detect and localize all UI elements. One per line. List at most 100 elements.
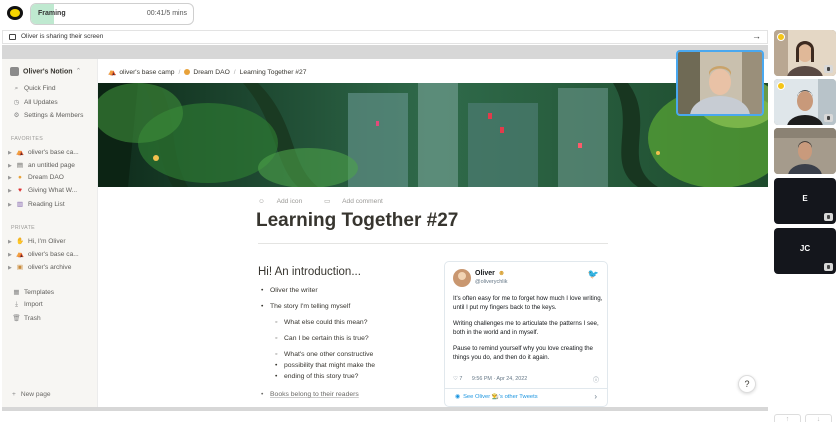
new-page-button[interactable]: + New page [12,391,51,398]
chevron-updown-icon: ⌃ [75,68,82,76]
avatar[interactable] [453,269,471,287]
host-star-icon [777,33,785,41]
participant-tile[interactable]: E [774,178,836,224]
participant-tile[interactable] [774,30,836,76]
host-star-icon [777,82,785,90]
help-button[interactable]: ? [738,375,756,393]
sidebar-page-reading-list[interactable]: ▶ ▥ Reading List [8,200,65,208]
sidebar-item-label: Reading List [28,201,65,208]
page-actions: ☺ Add icon ▭ Add comment [258,197,403,205]
tweet-timestamp[interactable]: 9:56 PM · Apr 24, 2022 [472,376,527,382]
presenter-video[interactable] [676,50,764,116]
info-icon[interactable]: ⓘ [593,375,599,384]
page-title[interactable]: Learning Together #27 [256,210,458,232]
sidebar-page-archive[interactable]: ▶ ▣ oliver's archive [8,263,71,271]
trash-icon: 🗑 [12,315,21,322]
expand-triangle-icon[interactable]: ▶ [8,265,15,271]
add-icon-label: Add icon [276,198,303,205]
mic-status-icon[interactable] [824,65,833,73]
intro-heading[interactable]: Hi! An introduction... [258,266,361,278]
breadcrumb-item[interactable]: oliver's base camp [119,69,174,76]
tweet-author-name[interactable]: Oliver ☻ [475,270,505,277]
tent-emoji-icon: ⛺ [15,251,25,258]
archive-emoji-icon: ▣ [16,264,24,271]
list-item[interactable]: The story I'm telling myself [261,301,350,312]
chevron-right-icon[interactable]: › [594,392,597,401]
list-item-link[interactable]: Books belong to their readers [261,389,359,400]
sidebar-item-label: Import [24,301,43,308]
mic-status-icon[interactable] [824,114,833,122]
expand-triangle-icon[interactable]: ▶ [8,239,15,245]
participant-pagination: ↑ ↓ [774,408,836,422]
breadcrumb-tent-icon: ⛺ [108,69,117,76]
gear-icon: ⚙ [13,112,20,119]
books-emoji-icon: ▥ [16,201,24,208]
import-icon: ⤓ [15,301,18,308]
smiley-icon: ☺ [258,198,267,205]
list-item[interactable]: What else could this mean? [275,317,367,328]
twitter-bird-icon[interactable]: 🐦 [588,269,599,280]
sidebar-item-settings[interactable]: ⚙ Settings & Members [12,111,84,119]
list-item-line: possibility that might make the [284,362,376,369]
sidebar-item-quick-find[interactable]: ⌕ Quick Find [12,85,56,93]
expand-triangle-icon[interactable]: ▶ [8,175,15,181]
expand-triangle-icon[interactable]: ▶ [8,150,15,156]
sidebar-page-giving[interactable]: ▶ ♥ Giving What W... [8,187,77,194]
workspace-switcher[interactable]: Oliver's Notion ⌃ [10,67,81,76]
participant-video-frame [774,128,836,174]
tweet-embed[interactable]: Oliver ☻ @oliverychlik 🐦 It's often easy … [444,261,608,407]
clock-icon: ◷ [13,99,20,106]
expand-triangle-icon[interactable]: ▶ [8,202,15,208]
orange-dot-icon [184,69,191,75]
sidebar-item-import[interactable]: ⤓ Import [12,301,43,309]
breadcrumb-item[interactable]: Learning Together #27 [240,69,307,76]
expand-triangle-icon[interactable]: ▶ [8,163,15,169]
tweet-handle[interactable]: @oliverychlik [475,279,507,285]
sidebar-page-dream-dao[interactable]: ▶ ● Dream DAO [8,174,64,181]
list-item-continuation: possibility that might make the [275,360,376,371]
sidebar-item-label: Templates [24,289,55,296]
profile-icon: ◉ [455,394,461,400]
add-comment-label: Add comment [342,198,383,205]
expand-triangle-icon[interactable]: ▶ [8,188,15,194]
wave-emoji-icon: ✋ [15,238,25,245]
app-root: Framing 00:41/5 mins Oliver is sharing t… [0,0,838,422]
sidebar-item-label: Settings & Members [24,112,84,119]
participant-tile[interactable] [774,79,836,125]
sidebar-page-hi-oliver[interactable]: ▶ ✋ Hi, I'm Oliver [8,237,66,245]
list-item[interactable]: Oliver the writer [261,285,318,296]
stage-label: Framing [38,10,66,17]
sidebar-item-all-updates[interactable]: ◷ All Updates [12,98,58,106]
sidebar-item-templates[interactable]: ▦ Templates [12,288,54,296]
breadcrumb-item[interactable]: Dream DAO [193,69,229,76]
add-comment-button[interactable]: ▭ Add comment [324,198,393,205]
arrow-down-icon[interactable]: ↓ [805,414,832,422]
expand-triangle-icon[interactable]: ▶ [8,252,15,258]
sidebar-item-label: All Updates [24,99,58,106]
list-item[interactable]: What's one other constructive [275,349,373,360]
screen-bottom-strip [2,407,768,411]
sidebar-page-base-camp-private[interactable]: ▶ ⛺ oliver's base ca... [8,250,79,258]
sidebar-page-untitled[interactable]: ▶ ▤ an untitled page [8,161,75,169]
see-more-tweets-link[interactable]: ◉ See Oliver 👨‍🌾's other Tweets [455,394,538,400]
sidebar-item-label: oliver's base ca... [28,251,79,258]
shared-screen: Oliver's Notion ⌃ ⌕ Quick Find ◷ All Update… [2,45,768,411]
mic-status-icon[interactable] [824,263,833,271]
list-item[interactable]: Can I be certain this is true? [275,333,369,344]
add-icon-button[interactable]: ☺ Add icon [258,198,312,205]
mic-status-icon[interactable] [824,213,833,221]
stage-timer-pill[interactable]: Framing 00:41/5 mins [30,3,194,25]
participant-tile[interactable] [774,128,836,174]
sidebar-item-trash[interactable]: 🗑 Trash [12,314,40,322]
top-bar: Framing 00:41/5 mins [0,0,838,28]
participant-tile[interactable]: JC [774,228,836,274]
workspace-avatar-icon [10,67,19,76]
expand-arrow-icon[interactable]: → [752,31,761,41]
sidebar-page-base-camp[interactable]: ▶ ⛺ oliver's base ca... [8,148,79,156]
tweet-paragraph: Pause to remind yourself why you love cr… [453,345,593,361]
arrow-up-icon[interactable]: ↑ [774,414,801,422]
stage-timer: 00:41/5 mins [146,10,187,17]
participant-initials: E [802,194,808,203]
tweet-paragraph: Writing challenges me to articulate the … [453,320,599,336]
list-item-continuation: ending of this story true? [275,371,358,382]
